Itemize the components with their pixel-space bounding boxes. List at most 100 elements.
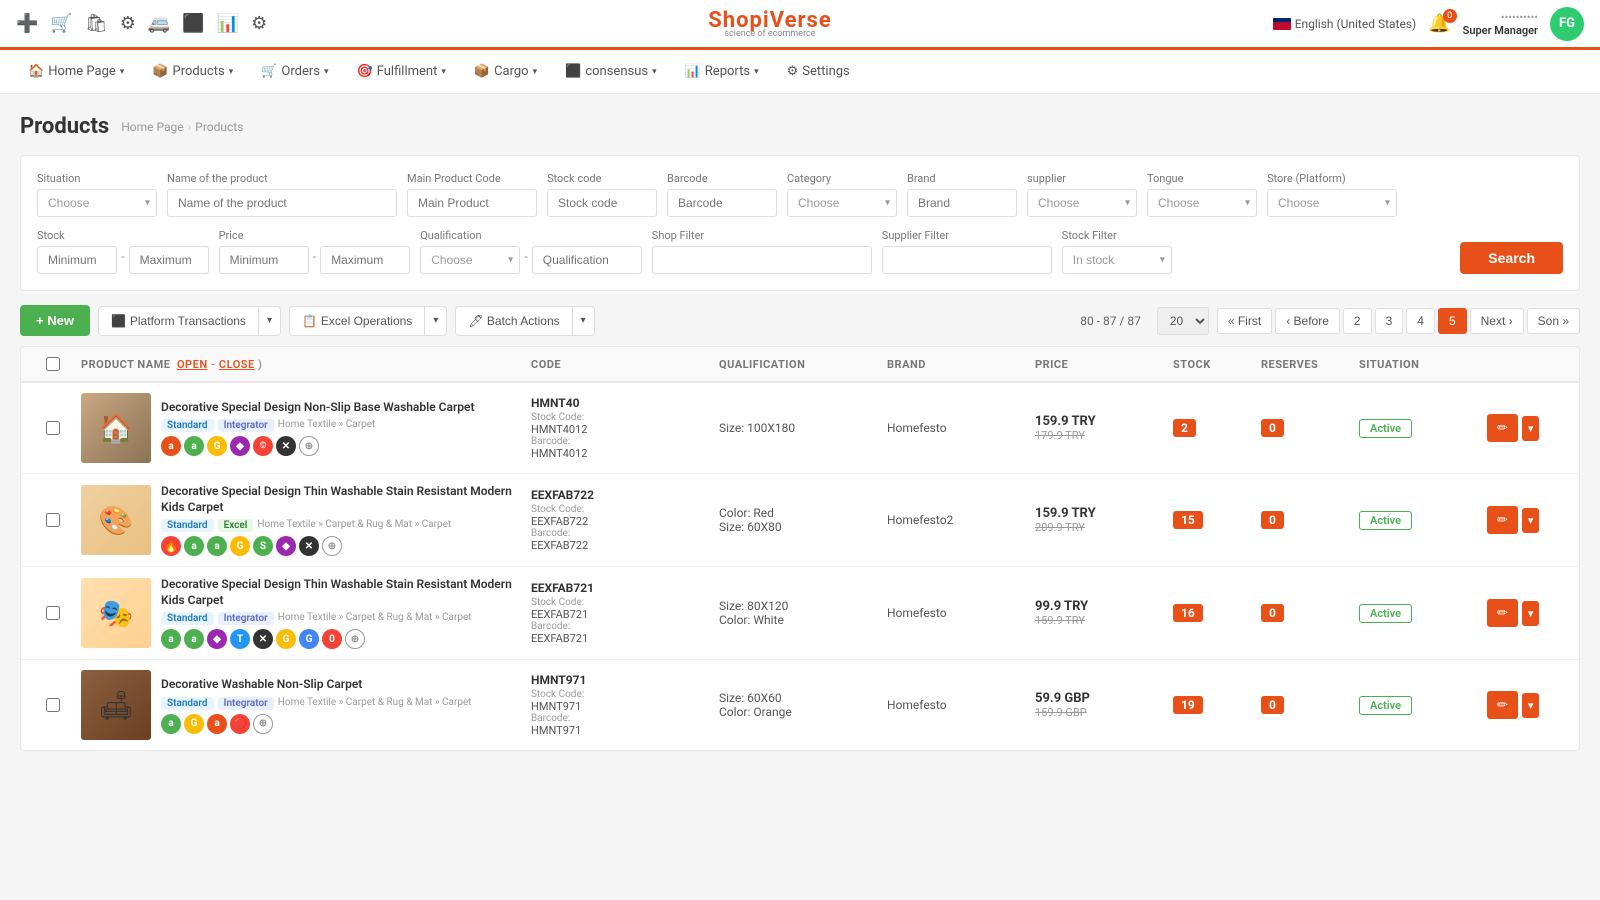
stock-filter-select[interactable]: In stock [1062, 246, 1172, 274]
settings-icon1[interactable]: ⚙ [120, 13, 136, 34]
page-5[interactable]: 5 [1438, 308, 1467, 334]
open-link[interactable]: Open [177, 358, 208, 371]
store-select[interactable]: Choose [1267, 189, 1397, 217]
row-3-tags: Standard Integrator Home Textile » Carpe… [161, 612, 523, 625]
qualification-to-input[interactable] [532, 246, 642, 274]
grid-icon[interactable]: ⬛ [182, 13, 204, 34]
new-button[interactable]: + New [20, 305, 90, 336]
qualification-select[interactable]: Choose [420, 246, 520, 274]
nav-consensus[interactable]: ⬛ consensus ▾ [553, 50, 668, 93]
page-first[interactable]: « First [1217, 308, 1272, 334]
icon-g2: G [230, 536, 250, 556]
breadcrumb-home[interactable]: Home Page [121, 120, 183, 134]
row-4-checkbox[interactable] [46, 698, 60, 712]
situation-select[interactable]: Choose [37, 189, 157, 217]
row-2-checkbox[interactable] [46, 513, 60, 527]
row-2-edit-button[interactable]: ✏ [1487, 506, 1518, 534]
col-header-situation: SITUATION [1359, 358, 1479, 371]
close-link[interactable]: Close [219, 358, 255, 371]
row-3-checkbox[interactable] [46, 606, 60, 620]
shop-filter-input[interactable] [652, 246, 872, 274]
nav-settings[interactable]: ⚙ Settings [775, 50, 862, 93]
page-3[interactable]: 3 [1375, 308, 1404, 334]
row-3-status-badge: Active [1359, 604, 1412, 623]
avatar[interactable]: FG [1550, 7, 1584, 41]
gear-icon[interactable]: ⚙ [251, 13, 267, 34]
price-min-input[interactable] [219, 246, 309, 274]
nav-fulfillment[interactable]: 🎯 Fulfillment ▾ [345, 50, 458, 93]
row-1-reserves: 0 [1261, 419, 1351, 437]
row-1-price-old: 179.9 TRY [1035, 429, 1165, 442]
page-2[interactable]: 2 [1343, 308, 1372, 334]
stock-range-label: Stock [37, 229, 209, 242]
row-3-action-arrow[interactable]: ▾ [1522, 601, 1540, 626]
row-4-edit-button[interactable]: ✏ [1487, 691, 1518, 719]
supplier-filter-input[interactable] [882, 246, 1052, 274]
icon-a1: a [184, 536, 204, 556]
batch-actions-arrow[interactable]: ▾ [572, 306, 595, 336]
products-icon[interactable]: 🛍 [85, 13, 108, 34]
excel-operations-arrow[interactable]: ▾ [424, 306, 447, 336]
shop-icon[interactable]: 🛒 [50, 13, 72, 34]
row-2-action-arrow[interactable]: ▾ [1522, 508, 1540, 533]
platform-transactions-arrow[interactable]: ▾ [258, 306, 281, 336]
tag-integrator-4: Integrator [218, 697, 274, 710]
page-size-select[interactable]: 20 [1157, 307, 1209, 335]
page-before[interactable]: ‹ Before [1275, 308, 1340, 334]
row-3-edit-button[interactable]: ✏ [1487, 599, 1518, 627]
qualification-label: Qualification [420, 229, 642, 242]
row-1-icons: a a G ◆ © ✕ ⊕ [161, 436, 523, 456]
main-product-code-input[interactable] [407, 189, 537, 217]
batch-actions-button[interactable]: 🖊 Batch Actions [455, 306, 571, 336]
row-2-reserve-badge: 0 [1261, 511, 1284, 529]
row-2-code-main: EEXFAB722 [531, 488, 711, 502]
row-3-stock-badge: 16 [1173, 604, 1203, 622]
plus-icon[interactable]: ➕ [16, 13, 38, 34]
page-4[interactable]: 4 [1406, 308, 1435, 334]
stock-range-sep: - [121, 250, 125, 271]
icon-plus: ⊕ [299, 436, 319, 456]
truck-icon[interactable]: 🚐 [148, 13, 170, 34]
row-1-name: Decorative Special Design Non-Slip Base … [161, 400, 523, 416]
row-3-check [33, 606, 73, 620]
product-name-input[interactable] [167, 189, 397, 217]
page-son[interactable]: Son » [1527, 308, 1580, 334]
select-all-checkbox[interactable] [46, 357, 60, 371]
row-1-edit-button[interactable]: ✏ [1487, 414, 1518, 442]
table-row: 🎨 Decorative Special Design Thin Washabl… [21, 474, 1579, 567]
page-next[interactable]: Next › [1470, 308, 1524, 334]
stock-range-filter: Stock - [37, 229, 209, 274]
tongue-select[interactable]: Choose [1147, 189, 1257, 217]
main-product-code-filter: Main Product Code [407, 172, 537, 217]
icon-plus2: ⊕ [322, 536, 342, 556]
page-title: Products [20, 114, 109, 139]
row-2-price-old: 209.9 TRY [1035, 521, 1165, 534]
row-1-action-arrow[interactable]: ▾ [1522, 416, 1540, 441]
stock-min-input[interactable] [37, 246, 117, 274]
search-button[interactable]: Search [1460, 242, 1563, 274]
chart-icon[interactable]: 📊 [217, 13, 239, 34]
language-selector[interactable]: English (United States) [1273, 17, 1417, 31]
row-4-code: HMNT971 Stock Code: HMNT971 Barcode: HMN… [531, 673, 711, 737]
supplier-select[interactable]: Choose [1027, 189, 1137, 217]
brand-input[interactable] [907, 189, 1017, 217]
category-select[interactable]: Choose [787, 189, 897, 217]
nav-orders[interactable]: 🛒 Orders ▾ [249, 50, 340, 93]
row-4-stock-val: HMNT971 [531, 700, 711, 713]
nav-products[interactable]: 📦 Products ▾ [140, 50, 245, 93]
stock-max-input[interactable] [129, 246, 209, 274]
nav-reports[interactable]: 📊 Reports ▾ [673, 50, 771, 93]
icon-g4: G [299, 629, 319, 649]
excel-operations-button[interactable]: 📋 Excel Operations [289, 306, 424, 336]
platform-transactions-button[interactable]: ⬛ Platform Transactions [98, 306, 258, 336]
price-max-input[interactable] [320, 246, 410, 274]
row-4-action-arrow[interactable]: ▾ [1522, 693, 1540, 718]
notification-button[interactable]: 🔔 0 [1428, 13, 1450, 34]
row-1-checkbox[interactable] [46, 421, 60, 435]
row-3-icons: a a ◆ T ✕ G G 0 ⊕ [161, 629, 523, 649]
main-product-code-label: Main Product Code [407, 172, 537, 185]
barcode-input[interactable] [667, 189, 777, 217]
stock-code-input[interactable] [547, 189, 657, 217]
nav-cargo[interactable]: 📦 Cargo ▾ [462, 50, 549, 93]
nav-home[interactable]: 🏠 Home Page ▾ [16, 50, 136, 93]
